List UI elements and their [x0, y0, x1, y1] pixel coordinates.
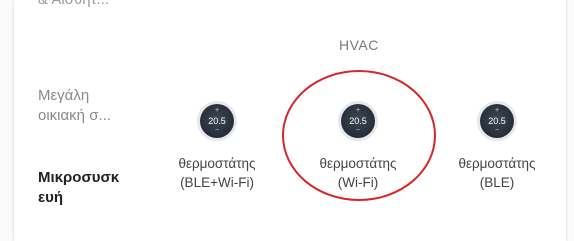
thermostat-icon: + 20.5 −	[480, 104, 514, 138]
plus-glyph: +	[214, 107, 220, 114]
plus-glyph: +	[494, 107, 500, 114]
device-thermostat-ble-wifi[interactable]: + 20.5 − θερμοστάτης (BLE+Wi-Fi)	[157, 104, 277, 192]
sidebar-item-sensors[interactable]: & Αισθητ...	[38, 0, 109, 10]
device-name: θερμοστάτης (BLE+Wi-Fi)	[157, 154, 277, 192]
thermostat-icon: + 20.5 −	[200, 104, 234, 138]
highlight-annotation-circle	[282, 70, 436, 201]
section-title: HVAC	[339, 37, 379, 53]
device-thermostat-ble[interactable]: + 20.5 − θερμοστάτης (BLE)	[437, 104, 557, 192]
sidebar-item-large-appliances[interactable]: Μεγάλη οικιακή σ...	[38, 86, 128, 126]
sidebar-item-small-appliances[interactable]: Μικροσυσκ ευή	[38, 168, 134, 208]
temperature-readout: 20.5	[208, 116, 226, 126]
minus-glyph: −	[214, 127, 220, 134]
device-name: θερμοστάτης (BLE)	[437, 154, 557, 192]
minus-glyph: −	[494, 127, 500, 134]
device-name-line1: θερμοστάτης	[458, 156, 536, 171]
temperature-readout: 20.5	[488, 116, 506, 126]
device-name-line1: θερμοστάτης	[178, 156, 256, 171]
device-name-line2: (BLE+Wi-Fi)	[180, 175, 254, 190]
device-name-line2: (BLE)	[479, 175, 515, 190]
